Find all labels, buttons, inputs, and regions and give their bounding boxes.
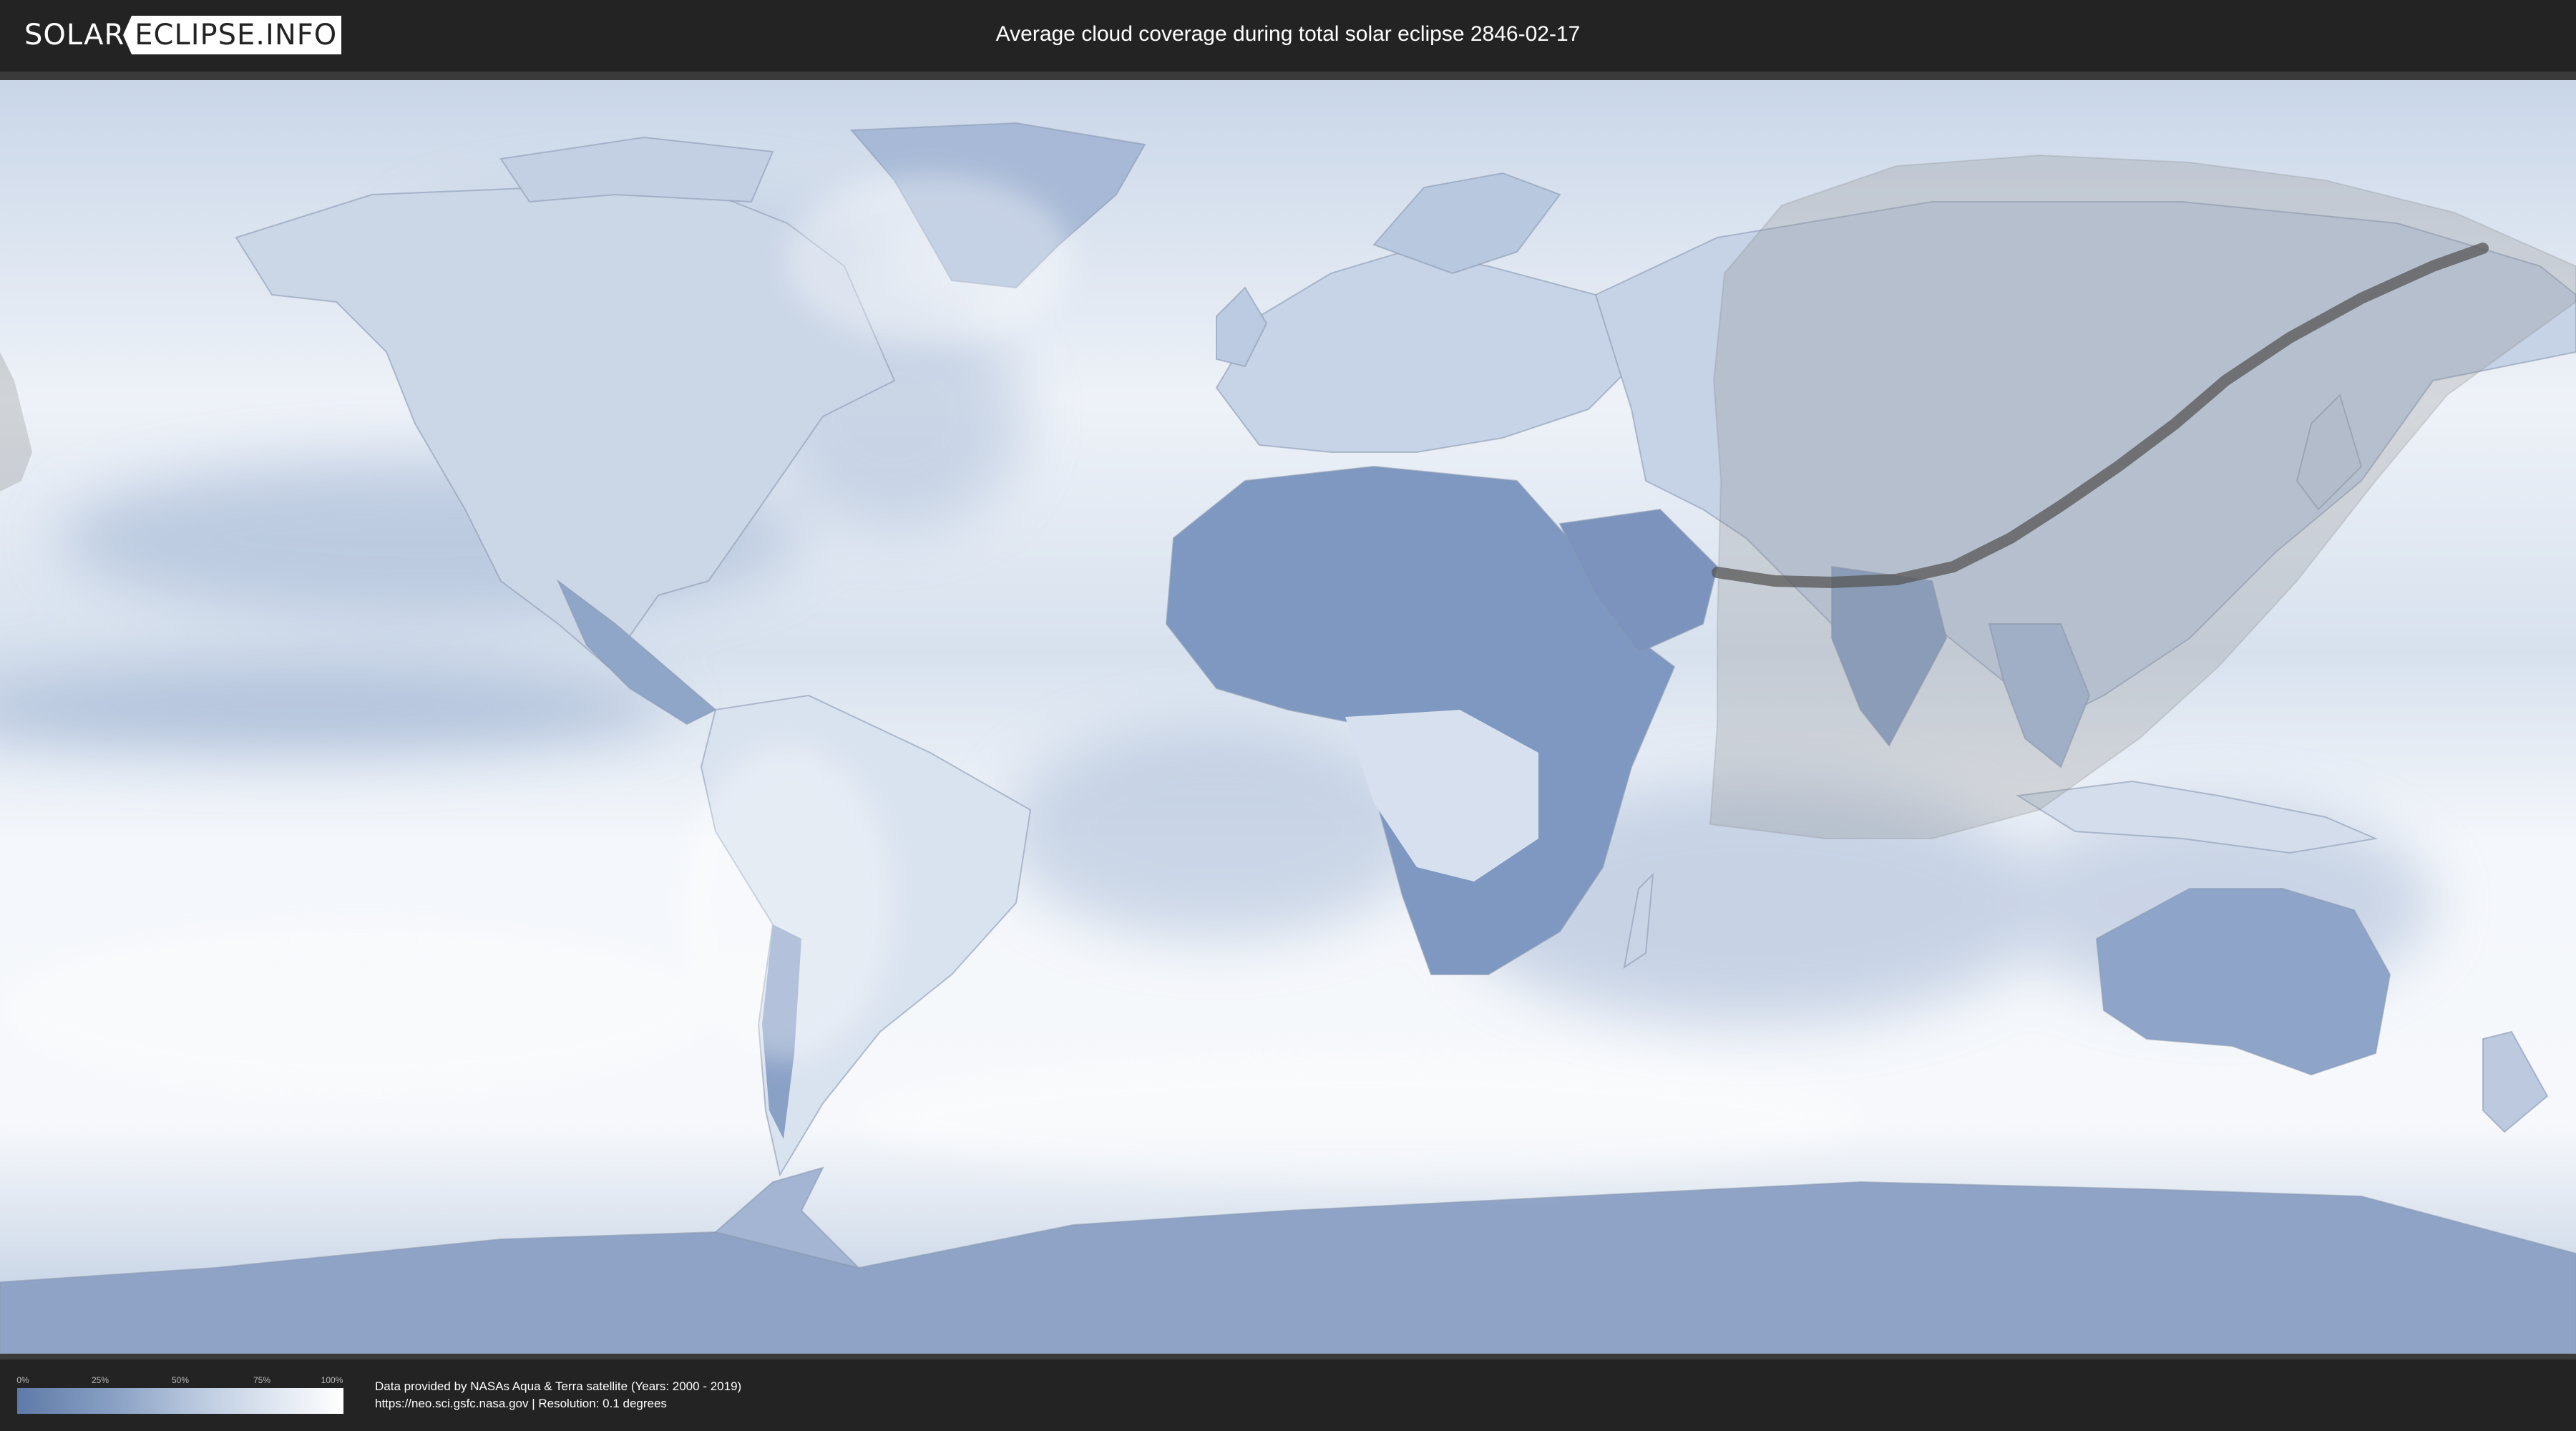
page-title: Average cloud coverage during total sola… <box>995 22 1581 46</box>
credits-source-line: Data provided by NASAs Aqua & Terra sate… <box>375 1379 742 1393</box>
site-logo[interactable]: SOLAR ECLIPSE.INFO <box>24 16 342 54</box>
legend-tick-25: 25% <box>91 1375 109 1385</box>
credits-url-line[interactable]: https://neo.sci.gsfc.nasa.gov | Resoluti… <box>375 1395 741 1412</box>
cloud-coverage-map[interactable] <box>0 80 2576 1354</box>
legend-tick-75: 75% <box>253 1375 271 1385</box>
legend-color-bar <box>17 1388 343 1414</box>
legend-tick-50: 50% <box>171 1375 190 1385</box>
header-bar: SOLAR ECLIPSE.INFO Average cloud coverag… <box>0 0 2576 72</box>
data-credits: Data provided by NASAs Aqua & Terra sate… <box>375 1378 741 1412</box>
logo-solar-text: SOLAR <box>24 19 125 52</box>
legend-tick-100: 100% <box>321 1375 343 1385</box>
cloud-coverage-legend: 0% 25% 50% 75% 100% <box>16 1375 343 1415</box>
legend-tick-0: 0% <box>16 1375 29 1385</box>
logo-eclipse-text: ECLIPSE.INFO <box>123 16 342 54</box>
